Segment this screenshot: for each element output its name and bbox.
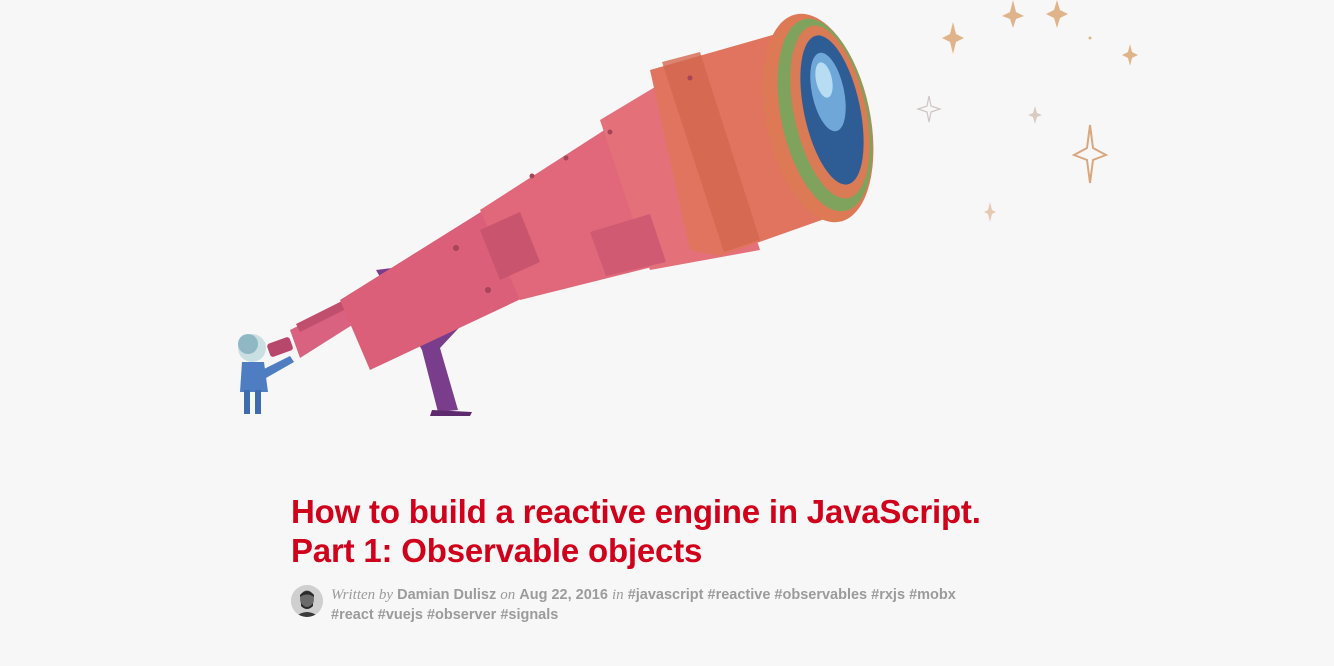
in-label: in bbox=[611, 587, 624, 603]
tag-rxjs[interactable]: #rxjs bbox=[871, 587, 905, 603]
tag-signals[interactable]: #signals bbox=[500, 607, 558, 623]
author-photo-icon bbox=[291, 585, 323, 617]
title-line-1: How to build a reactive engine in JavaSc… bbox=[291, 493, 981, 530]
telescope-illustration bbox=[238, 0, 1138, 416]
tag-vuejs[interactable]: #vuejs bbox=[378, 607, 423, 623]
tag-observables[interactable]: #observables bbox=[774, 587, 867, 603]
written-by-label: Written by bbox=[331, 587, 394, 603]
hero-illustration bbox=[0, 0, 1334, 440]
on-label: on bbox=[500, 587, 516, 603]
author-link[interactable]: Damian Dulisz bbox=[397, 587, 496, 603]
tag-javascript[interactable]: #javascript bbox=[628, 587, 704, 603]
stars-decoration bbox=[916, 0, 1138, 222]
tag-react[interactable]: #react bbox=[331, 607, 374, 623]
tag-mobx[interactable]: #mobx bbox=[909, 587, 956, 603]
article-header: How to build a reactive engine in JavaSc… bbox=[291, 492, 1191, 625]
publish-date: Aug 22, 2016 bbox=[519, 587, 608, 603]
article-meta: Written by Damian Dulisz on Aug 22, 2016… bbox=[291, 585, 1191, 625]
tag-reactive[interactable]: #reactive bbox=[708, 587, 771, 603]
telescope-body bbox=[267, 13, 874, 370]
tag-observer[interactable]: #observer bbox=[427, 607, 496, 623]
avatar[interactable] bbox=[291, 585, 323, 617]
title-line-2: Part 1: Observable objects bbox=[291, 532, 703, 569]
article-title[interactable]: How to build a reactive engine in JavaSc… bbox=[291, 492, 1191, 570]
